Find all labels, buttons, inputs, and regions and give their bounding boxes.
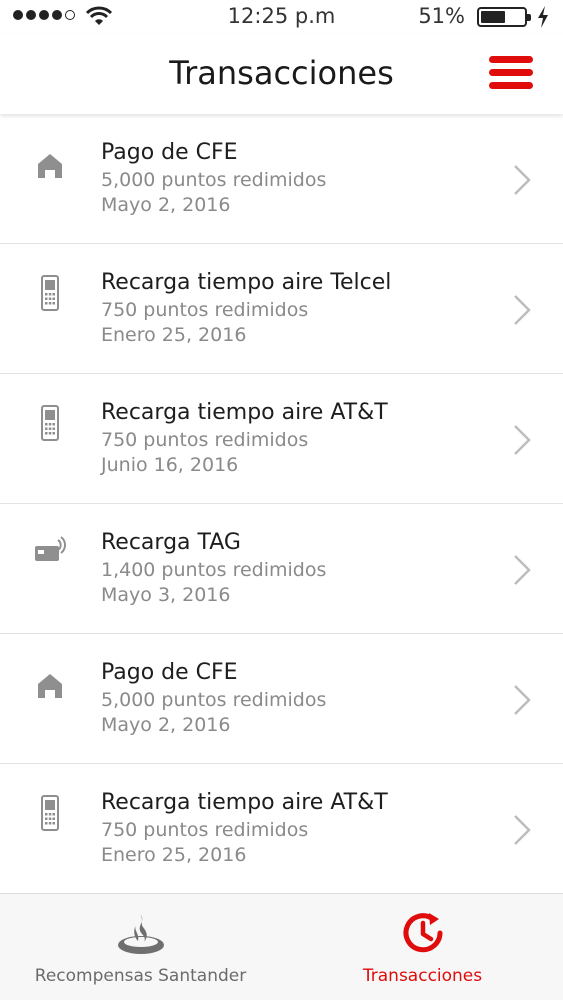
app-header: Transacciones bbox=[0, 34, 563, 114]
transaction-points: 750 puntos redimidos bbox=[101, 819, 309, 841]
transaction-points: 1,400 puntos redimidos bbox=[101, 559, 327, 581]
chevron-right-icon bbox=[514, 815, 531, 845]
transaction-date: Enero 25, 2016 bbox=[101, 324, 247, 346]
transaction-date: Mayo 3, 2016 bbox=[101, 584, 231, 606]
transaction-row[interactable]: Pago de CFE 5,000 puntos redimidos Mayo … bbox=[0, 634, 563, 764]
tab-label: Recompensas Santander bbox=[34, 966, 247, 986]
house-icon bbox=[38, 154, 62, 178]
transaction-points: 750 puntos redimidos bbox=[101, 429, 309, 451]
battery-icon bbox=[477, 7, 531, 27]
clock-history-icon bbox=[403, 913, 442, 953]
chevron-right-icon bbox=[514, 165, 531, 195]
transaction-row[interactable]: Pago de CFE 5,000 puntos redimidos Mayo … bbox=[0, 114, 563, 244]
page-title: Transacciones bbox=[169, 54, 394, 92]
transaction-title: Pago de CFE bbox=[101, 660, 238, 685]
transaction-date: Mayo 2, 2016 bbox=[101, 714, 231, 736]
transaction-title: Recarga tiempo aire AT&T bbox=[101, 790, 388, 815]
tab-recompensas-santander[interactable]: Recompensas Santander bbox=[0, 894, 281, 1000]
status-bar: 12:25 p.m 51% bbox=[0, 0, 563, 34]
transaction-date: Mayo 2, 2016 bbox=[101, 194, 231, 216]
transaction-date: Enero 25, 2016 bbox=[101, 844, 247, 866]
transaction-title: Recarga TAG bbox=[101, 530, 241, 555]
phone-icon bbox=[41, 275, 59, 311]
tab-bar: Recompensas Santander Transacciones bbox=[0, 893, 563, 1000]
transaction-date: Junio 16, 2016 bbox=[101, 454, 239, 476]
transaction-points: 5,000 puntos redimidos bbox=[101, 689, 327, 711]
battery-percent: 51% bbox=[418, 4, 465, 28]
transaction-title: Pago de CFE bbox=[101, 140, 238, 165]
hamburger-menu-button[interactable] bbox=[489, 56, 533, 92]
transaction-title: Recarga tiempo aire AT&T bbox=[101, 400, 388, 425]
chevron-right-icon bbox=[514, 555, 531, 585]
transaction-row[interactable]: Recarga tiempo aire AT&T 750 puntos redi… bbox=[0, 764, 563, 894]
transaction-points: 750 puntos redimidos bbox=[101, 299, 309, 321]
transaction-row[interactable]: Recarga TAG 1,400 puntos redimidos Mayo … bbox=[0, 504, 563, 634]
tab-label: Transacciones bbox=[362, 966, 483, 986]
house-icon bbox=[38, 674, 62, 698]
transaction-row[interactable]: Recarga tiempo aire Telcel 750 puntos re… bbox=[0, 244, 563, 374]
phone-icon bbox=[41, 405, 59, 441]
chevron-right-icon bbox=[514, 425, 531, 455]
transaction-points: 5,000 puntos redimidos bbox=[101, 169, 327, 191]
tag-card-icon bbox=[35, 536, 66, 561]
charging-icon bbox=[538, 6, 548, 28]
transaction-list: Pago de CFE 5,000 puntos redimidos Mayo … bbox=[0, 114, 563, 894]
phone-icon bbox=[41, 795, 59, 831]
chevron-right-icon bbox=[514, 295, 531, 325]
santander-flame-icon bbox=[117, 914, 164, 954]
tab-transacciones[interactable]: Transacciones bbox=[282, 894, 563, 1000]
transaction-title: Recarga tiempo aire Telcel bbox=[101, 270, 392, 295]
transaction-row[interactable]: Recarga tiempo aire AT&T 750 puntos redi… bbox=[0, 374, 563, 504]
chevron-right-icon bbox=[514, 685, 531, 715]
